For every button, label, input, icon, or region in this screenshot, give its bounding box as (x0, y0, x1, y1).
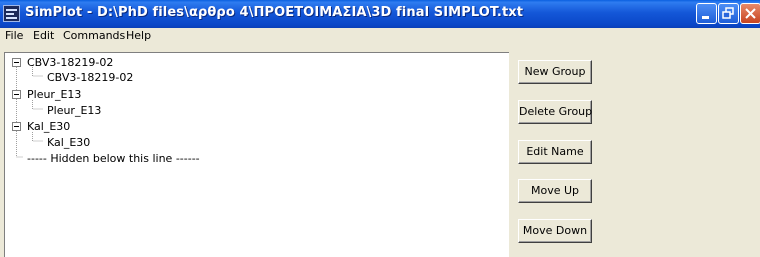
tree-child-node[interactable]: Pleur_E13 (47, 104, 101, 117)
expander-icon[interactable] (12, 122, 21, 131)
group-tree-view[interactable]: CBV3-18219-02 CBV3-18219-02 Pleur_E13 Pl… (4, 52, 509, 257)
window-title: SimPlot - D:\PhD files\αρθρο 4\ΠΡΟΕΤΟΙΜΑ… (25, 5, 524, 20)
menu-bar: File Edit Commands Help (0, 28, 760, 45)
delete-group-button[interactable]: Delete Group (518, 100, 592, 124)
close-icon[interactable] (740, 3, 760, 24)
minimize-icon[interactable] (696, 3, 717, 24)
hidden-separator-node[interactable]: ----- Hidden below this line ------ (27, 152, 200, 165)
title-bar[interactable]: SimPlot - D:\PhD files\αρθρο 4\ΠΡΟΕΤΟΙΜΑ… (0, 0, 760, 28)
menu-file[interactable]: File (5, 29, 23, 42)
restore-icon[interactable] (718, 3, 739, 24)
tree-child-node[interactable]: CBV3-18219-02 (47, 71, 133, 84)
tree-child-node[interactable]: Kal_E30 (47, 136, 90, 149)
edit-name-button[interactable]: Edit Name (518, 140, 592, 164)
menu-edit[interactable]: Edit (33, 29, 54, 42)
tree-group-node[interactable]: CBV3-18219-02 (27, 56, 113, 69)
tree-group-node[interactable]: Pleur_E13 (27, 88, 81, 101)
expander-icon[interactable] (12, 90, 21, 99)
move-up-button[interactable]: Move Up (518, 179, 592, 203)
app-icon[interactable] (3, 5, 20, 22)
menu-help[interactable]: Help (126, 29, 151, 42)
menu-commands[interactable]: Commands (63, 29, 125, 42)
expander-icon[interactable] (12, 58, 21, 67)
new-group-button[interactable]: New Group (518, 60, 592, 84)
move-down-button[interactable]: Move Down (518, 219, 592, 243)
tree-group-node[interactable]: Kal_E30 (27, 120, 70, 133)
